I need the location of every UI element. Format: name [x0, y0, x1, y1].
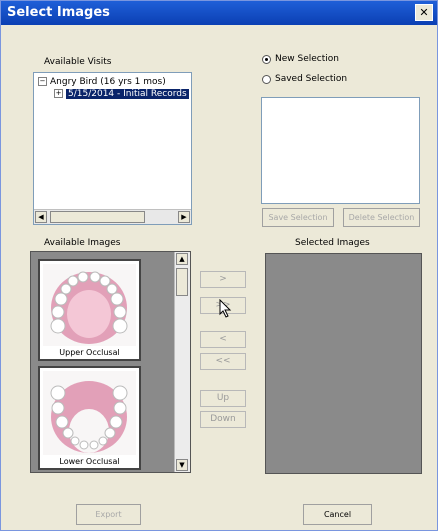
remove-image-button[interactable]: < [200, 331, 246, 348]
cursor-pointer-icon [219, 299, 232, 318]
scroll-up-icon[interactable]: ▲ [176, 253, 188, 265]
image-caption: Lower Occlusal [59, 457, 120, 466]
images-vertical-scrollbar[interactable]: ▲ ▼ [174, 252, 190, 472]
tree-node-visit[interactable]: +5/15/2014 - Initial Records [54, 89, 189, 99]
move-up-button[interactable]: Up [200, 390, 246, 407]
title-bar: Select Images ✕ [1, 1, 437, 25]
visits-horizontal-scrollbar[interactable]: ◀ ▶ [34, 209, 191, 224]
image-caption: Upper Occlusal [59, 348, 120, 357]
save-selection-button[interactable]: Save Selection [262, 208, 334, 227]
move-down-button[interactable]: Down [200, 411, 246, 428]
saved-selection-label: Saved Selection [275, 74, 348, 84]
expand-icon[interactable]: + [54, 89, 63, 98]
visits-tree[interactable]: − Angry Bird (16 yrs 1 mos) +5/15/2014 - … [33, 72, 192, 225]
available-visits-label: Available Visits [44, 57, 112, 67]
image-thumbnail-lower-occlusal[interactable]: Lower Occlusal [38, 366, 141, 470]
available-images-label: Available Images [44, 238, 121, 248]
tree-node-visit-label: 5/15/2014 - Initial Records [66, 89, 189, 99]
available-images-panel[interactable]: Upper Occlusal Lower Occlusal ▲ ▼ [30, 251, 191, 473]
scroll-left-icon[interactable]: ◀ [35, 211, 47, 223]
add-image-button[interactable]: > [200, 271, 246, 288]
vertical-scroll-thumb[interactable] [176, 268, 188, 296]
radio-checked-icon [262, 54, 271, 64]
cancel-button[interactable]: Cancel [303, 504, 372, 525]
selected-images-label: Selected Images [295, 238, 370, 248]
collapse-icon[interactable]: − [38, 77, 47, 86]
radio-unchecked-icon [262, 74, 271, 84]
new-selection-radio[interactable]: New Selection [262, 54, 339, 64]
close-button[interactable]: ✕ [415, 4, 433, 21]
lower-occlusal-image [43, 371, 136, 455]
remove-all-images-button[interactable]: << [200, 353, 246, 370]
horizontal-scroll-thumb[interactable] [50, 211, 145, 223]
selected-images-panel[interactable] [265, 253, 422, 474]
tree-node-patient-label: Angry Bird (16 yrs 1 mos) [50, 77, 166, 87]
scroll-down-icon[interactable]: ▼ [176, 459, 188, 471]
image-thumbnail-upper-occlusal[interactable]: Upper Occlusal [38, 259, 141, 361]
new-selection-label: New Selection [275, 54, 339, 64]
upper-occlusal-image [43, 264, 136, 346]
delete-selection-button[interactable]: Delete Selection [343, 208, 420, 227]
scroll-right-icon[interactable]: ▶ [178, 211, 190, 223]
select-images-dialog: Select Images ✕ Available Visits − Angry … [0, 0, 438, 531]
export-button[interactable]: Export [76, 504, 141, 525]
dialog-title: Select Images [7, 5, 110, 20]
tree-node-patient[interactable]: − Angry Bird (16 yrs 1 mos) [38, 77, 166, 87]
saved-selection-radio[interactable]: Saved Selection [262, 74, 347, 84]
saved-selection-list[interactable] [261, 97, 420, 204]
